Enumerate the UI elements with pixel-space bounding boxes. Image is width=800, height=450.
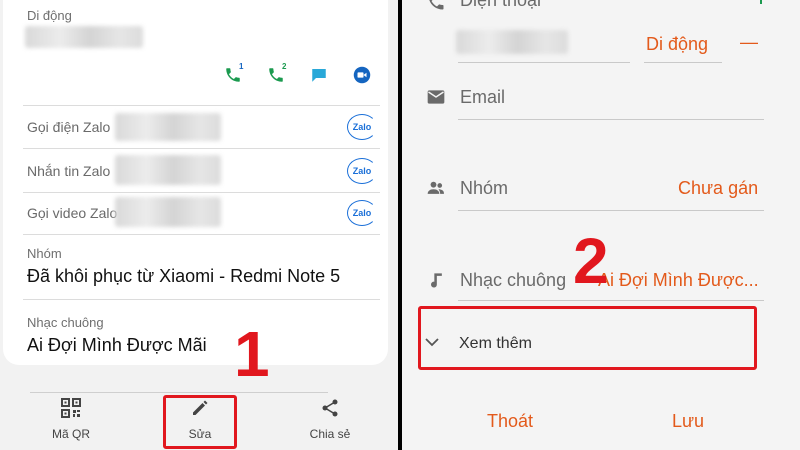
phone-number-redacted [456,30,568,54]
zalo-logo-icon[interactable]: Zalo [347,158,377,184]
zalo-video-redacted [115,197,221,227]
email-icon [427,90,445,104]
sim2-badge: 2 [282,62,287,71]
divider [23,148,380,149]
zalo-logo-icon[interactable]: Zalo [347,200,377,226]
phone-label: Điện thoại [460,0,542,10]
ringtone-value[interactable]: Ai Đợi Mình Được Mãi [27,335,207,356]
divider [23,299,380,300]
phone-card: Di động 1 2 [3,0,388,107]
group-label: Nhóm [27,246,62,261]
video-call-icon[interactable] [353,66,371,84]
step-number-2: 2 [573,225,609,297]
music-note-icon [431,273,442,288]
zalo-video-label[interactable]: Gọi video Zalo [27,205,117,221]
qr-code-icon [61,398,81,418]
remove-phone-button[interactable]: — [740,32,758,53]
phone-type-selector[interactable]: Di động [646,34,708,55]
save-button[interactable]: Lưu [672,411,704,432]
step-number-1: 1 [234,318,270,390]
ringtone-selector[interactable]: Ai Đợi Mình Được... [598,270,759,291]
phone-number-redacted [25,26,143,48]
qr-code-button[interactable]: Mã QR [31,398,111,441]
details-card: Gọi điện Zalo Zalo Nhắn tin Zalo Zalo Gọ… [3,93,388,365]
share-icon [322,399,338,417]
zalo-logo-icon[interactable]: Zalo [347,114,377,140]
sim1-badge: 1 [239,62,244,71]
zalo-call-redacted [115,113,221,141]
message-icon[interactable] [310,66,328,84]
mobile-label: Di động [27,8,72,23]
zalo-message-redacted [115,155,221,185]
group-value: Đã khôi phục từ Xiaomi - Redmi Note 5 [27,266,341,286]
ringtone-label: Nhạc chuông [460,270,567,290]
divider [23,192,380,193]
divider [23,105,380,106]
zalo-message-label[interactable]: Nhắn tin Zalo [27,163,110,179]
edit-highlight-box [163,395,237,449]
phone-type-underline [644,62,722,63]
share-label: Chia sẻ [309,427,351,441]
group-icon [427,181,444,194]
email-underline [458,119,764,120]
group-selector[interactable]: Chưa gán [678,178,758,199]
ringtone-underline [458,300,764,301]
contact-detail-screen: Di động 1 2 Gọi điện Zalo Zalo Nhắn tin … [0,0,398,450]
qr-code-label: Mã QR [51,427,90,441]
zalo-call-label[interactable]: Gọi điện Zalo [27,119,110,135]
add-phone-indicator [760,0,762,4]
phone-number-underline [458,62,630,63]
nav-divider [30,392,328,393]
ringtone-label: Nhạc chuông [27,315,104,330]
cancel-button[interactable]: Thoát [487,411,533,432]
divider [23,234,380,235]
group-label: Nhóm [460,178,509,198]
see-more-highlight-box [418,306,757,370]
group-underline [458,210,764,211]
email-field[interactable]: Email [460,87,505,108]
phone-icon [429,0,444,10]
edit-contact-screen: Điện thoại Di động — Email Nhóm Chưa gán… [402,0,800,450]
share-button[interactable]: Chia sẻ [290,398,370,441]
